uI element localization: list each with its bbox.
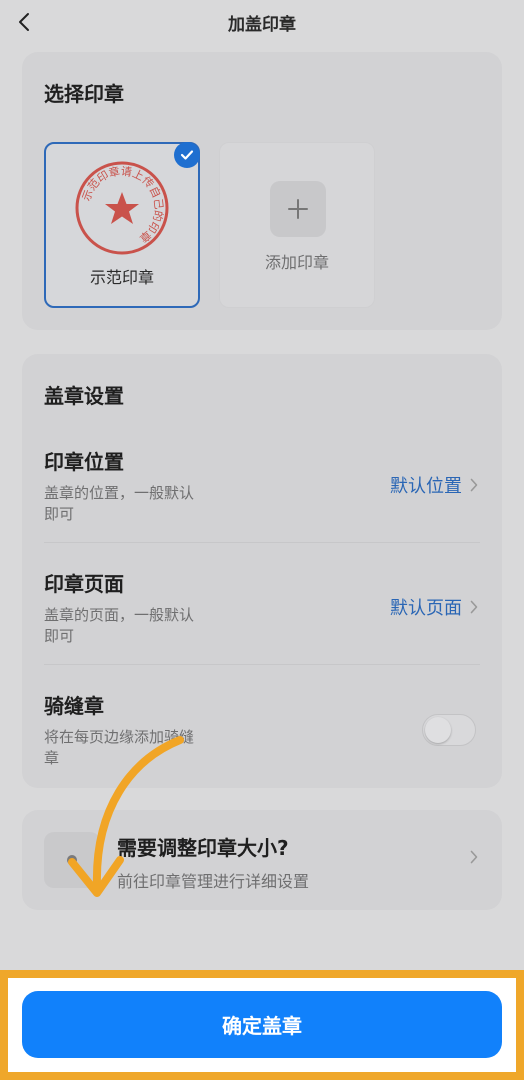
- seal-select-card: 选择印章 示范印章请上传自己的印章 示范印章 添加印章: [22, 52, 502, 330]
- page-setting-title: 印章页面: [44, 572, 124, 596]
- chevron-right-icon: [470, 478, 478, 492]
- tip-title: 需要调整印章大小?: [117, 836, 289, 860]
- page: 加盖印章 选择印章 示范印章请上传自己的印章 示范印章 添加印章 盖章设置 印章…: [0, 0, 524, 1080]
- tip-subtitle: 前往印章管理进行详细设置: [117, 872, 310, 891]
- add-seal-button[interactable]: 添加印章: [219, 142, 375, 308]
- position-desc: 盖章的位置，一般默认即可: [44, 484, 195, 523]
- position-value[interactable]: 默认位置: [390, 472, 478, 498]
- page-setting-desc: 盖章的页面，一般默认即可: [44, 606, 195, 645]
- seal-option-demo[interactable]: 示范印章请上传自己的印章 示范印章: [44, 142, 200, 308]
- position-title: 印章位置: [44, 450, 124, 474]
- setting-row-position[interactable]: 印章位置 盖章的位置，一般默认即可 默认位置: [44, 446, 480, 542]
- divider: [44, 664, 480, 665]
- position-value-text: 默认位置: [390, 476, 462, 497]
- toggle-knob: [425, 717, 451, 743]
- cross-seal-title: 骑缝章: [44, 694, 104, 718]
- resize-tip-card[interactable]: 需要调整印章大小? 前往印章管理进行详细设置: [22, 810, 502, 910]
- page-title: 加盖印章: [228, 15, 296, 35]
- seal-label: 示范印章: [89, 268, 154, 287]
- seal-settings-card: 盖章设置 印章位置 盖章的位置，一般默认即可 默认位置 印章页面 盖章的页面，一…: [22, 354, 502, 788]
- page-value-text: 默认页面: [390, 598, 462, 619]
- setting-row-page[interactable]: 印章页面 盖章的页面，一般默认即可 默认页面: [44, 568, 480, 664]
- bottom-bar-highlight: 确定盖章: [0, 970, 524, 1080]
- cross-seal-desc: 将在每页边缘添加骑缝章: [44, 728, 195, 767]
- chevron-right-icon: [470, 850, 478, 864]
- setting-row-cross-seal: 骑缝章 将在每页边缘添加骑缝章: [44, 690, 480, 780]
- ruler-icon: [44, 832, 100, 888]
- seal-select-title: 选择印章: [44, 82, 124, 106]
- check-icon: [174, 142, 200, 168]
- confirm-seal-button[interactable]: 确定盖章: [22, 991, 502, 1058]
- bottom-bar: 确定盖章: [8, 978, 516, 1072]
- cross-seal-toggle[interactable]: [422, 714, 476, 746]
- divider: [44, 542, 480, 543]
- add-seal-label: 添加印章: [264, 253, 329, 272]
- settings-title: 盖章设置: [44, 384, 124, 408]
- seal-image: 示范印章请上传自己的印章: [75, 161, 169, 255]
- header: 加盖印章: [0, 0, 524, 44]
- page-value[interactable]: 默认页面: [390, 594, 478, 620]
- chevron-right-icon: [470, 600, 478, 614]
- plus-icon: [270, 181, 326, 237]
